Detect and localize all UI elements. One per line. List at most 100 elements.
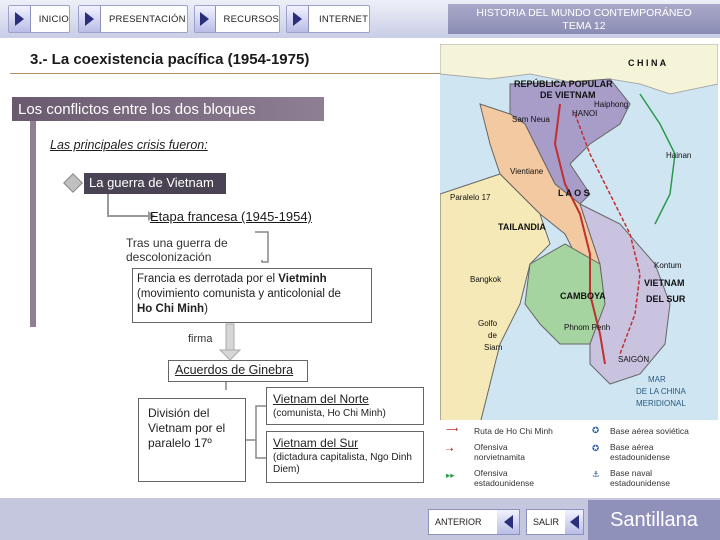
topic-vietnam-war: La guerra de Vietnam (84, 173, 226, 194)
map-label-golfo: Golfo (478, 319, 498, 328)
banner-side-bar (30, 121, 36, 327)
legend-ofensiva-eeuu: Ofensiva estadounidense (474, 468, 534, 488)
course-title-line1: HISTORIA DEL MUNDO CONTEMPORÁNEO (476, 7, 692, 19)
result-end: ) (204, 303, 208, 315)
legend-naval-base-icon: ⚓ (592, 469, 600, 479)
map-label-siam: Siam (484, 343, 503, 352)
connector-arrowhead (218, 349, 242, 361)
map-label-tailandia: TAILANDIA (498, 222, 546, 232)
anterior-button[interactable]: ANTERIOR (428, 509, 520, 535)
map-label-de: de (488, 331, 497, 340)
inicio-label: INICIO (38, 13, 69, 25)
legend-soviet-base-icon: ✪ (592, 425, 600, 435)
map-label-hainan: Hainan (666, 151, 691, 160)
legend-us-air-base-icon: ✪ (592, 443, 600, 453)
division-box: División del Vietnam por el paralelo 17º (138, 398, 246, 482)
section-divider (10, 73, 440, 74)
internet-button[interactable]: INTERNET (286, 5, 370, 33)
brand-logo: Santillana (588, 500, 720, 540)
recursos-label: RECURSOS (223, 13, 279, 25)
back-arrow-icon (497, 510, 519, 534)
presentacion-label: PRESENTACIÓN (109, 13, 186, 25)
inicio-button[interactable]: INICIO (8, 5, 70, 33)
anterior-label: ANTERIOR (435, 517, 482, 527)
map-label-paralelo: Paralelo 17 (450, 193, 491, 202)
legend-us-arrow-icon: ▸▸ (446, 470, 455, 480)
map-label-vietnam-sur2: DEL SUR (646, 294, 686, 304)
result-line2: (movimiento comunista y anticolonial de (137, 288, 341, 300)
map-label-samneua: Sam Neua (512, 115, 550, 124)
legend-ofensiva-norte-2: norvietnamita (474, 452, 526, 462)
war-line2: descolonización (126, 250, 212, 264)
map-label-vietnam-sur: VIETNAM (644, 278, 685, 288)
salir-button[interactable]: SALIR (526, 509, 584, 535)
division-line3: paralelo 17º (148, 436, 212, 450)
legend-base-naval-1: Base naval (610, 468, 653, 478)
result-vietminh: Vietminh (278, 273, 327, 285)
legend-base-naval-2: estadounidense (610, 478, 671, 488)
legend-base-naval: Base naval estadounidense (610, 468, 670, 488)
back-arrow-icon (565, 510, 583, 534)
intro-text: Las principales crisis fueron: (50, 138, 208, 152)
connector-topic-stage (107, 194, 148, 217)
map-label-saigon: SAIGÓN (618, 355, 649, 364)
map-label-china: C H I N A (628, 58, 667, 68)
legend-base-aerea: Base aérea estadounidense (610, 442, 670, 462)
map-label-phnompenh: Phnom Penh (564, 323, 610, 332)
legend-ofensiva-norte-1: Ofensiva (474, 442, 508, 452)
play-arrow-icon (195, 6, 216, 32)
north-title: Vietnam del Norte (273, 392, 369, 406)
play-arrow-icon (79, 6, 101, 32)
legend-base-sovietica: Base aérea soviética (610, 426, 689, 436)
map-label-mar3: MERIDIONAL (636, 399, 686, 408)
south-vietnam-box: Vietnam del Sur (dictadura capitalista, … (266, 431, 424, 483)
recursos-button[interactable]: RECURSOS (194, 5, 280, 33)
south-title: Vietnam del Sur (273, 436, 359, 450)
legend-north-arrow-icon: ⇢ (446, 444, 454, 454)
map-label-rpv: REPÚBLICA POPULAR (514, 78, 613, 89)
firma-label: firma (188, 333, 213, 345)
legend-ofensiva-eeuu-2: estadounidense (474, 478, 535, 488)
presentacion-button[interactable]: PRESENTACIÓN (78, 5, 188, 33)
division-line1: División del (148, 406, 210, 420)
map-label-hanoi: HANOI (572, 109, 597, 118)
result-line1: Francia es derrotada por el (137, 273, 279, 285)
map-label-mar1: MAR (648, 375, 666, 384)
connector-war-result (255, 231, 269, 263)
legend-base-aerea-1: Base aérea (610, 442, 654, 452)
legend-trail-arrow-icon: ⟶ (446, 424, 459, 434)
north-vietnam-box: Vietnam del Norte (comunista, Ho Chi Min… (266, 387, 424, 425)
map-label-vientiane: Vientiane (510, 167, 544, 176)
legend-base-aerea-2: estadounidense (610, 452, 671, 462)
internet-label: INTERNET (319, 13, 369, 25)
salir-label: SALIR (533, 517, 560, 527)
legend-ofensiva-eeuu-1: Ofensiva (474, 468, 508, 478)
map-label-laos: L A O S (558, 188, 590, 198)
section-title: 3.- La coexistencia pacífica (1954-1975) (30, 51, 310, 68)
map-label-kontum: Kontum (654, 261, 682, 270)
subsection-banner: Los conflictos entre los dos bloques (12, 97, 324, 121)
course-title-line2: TEMA 12 (562, 20, 606, 32)
acuerdos-ginebra-box: Acuerdos de Ginebra (168, 360, 308, 382)
legend-ruta: Ruta de Ho Chi Minh (474, 426, 553, 436)
stage-french: Etapa francesa (1945-1954) (150, 209, 312, 224)
legend-ofensiva-norte: Ofensiva norvietnamita (474, 442, 525, 462)
map-legend: ⟶ Ruta de Ho Chi Minh ⇢ Ofensiva norvietn… (440, 420, 718, 496)
map-label-mar2: DE LA CHINA (636, 387, 686, 396)
result-box: Francia es derrotada por el Vietminh (mo… (132, 268, 372, 323)
north-subtitle: (comunista, Ho Chi Minh) (273, 408, 386, 419)
war-description: Tras una guerra de descolonización (126, 236, 256, 264)
connector-result-acuerdos (225, 323, 235, 351)
south-subtitle: (dictadura capitalista, Ngo Dinh Diem) (273, 452, 412, 475)
course-title: HISTORIA DEL MUNDO CONTEMPORÁNEO TEMA 12 (448, 4, 720, 34)
map-label-camboya: CAMBOYA (560, 291, 606, 301)
division-line2: Vietnam por el (148, 421, 226, 435)
result-ho-chi-minh: Ho Chi Minh (137, 303, 205, 315)
map-label-rpv2: DE VIETNAM (540, 90, 596, 100)
war-line1: Tras una guerra de (126, 236, 228, 250)
play-arrow-icon (287, 6, 309, 32)
map-label-haiphong: Haiphong (594, 100, 628, 109)
map-label-bangkok: Bangkok (470, 275, 502, 284)
play-arrow-icon (9, 6, 31, 32)
diamond-bullet-icon (63, 173, 83, 193)
